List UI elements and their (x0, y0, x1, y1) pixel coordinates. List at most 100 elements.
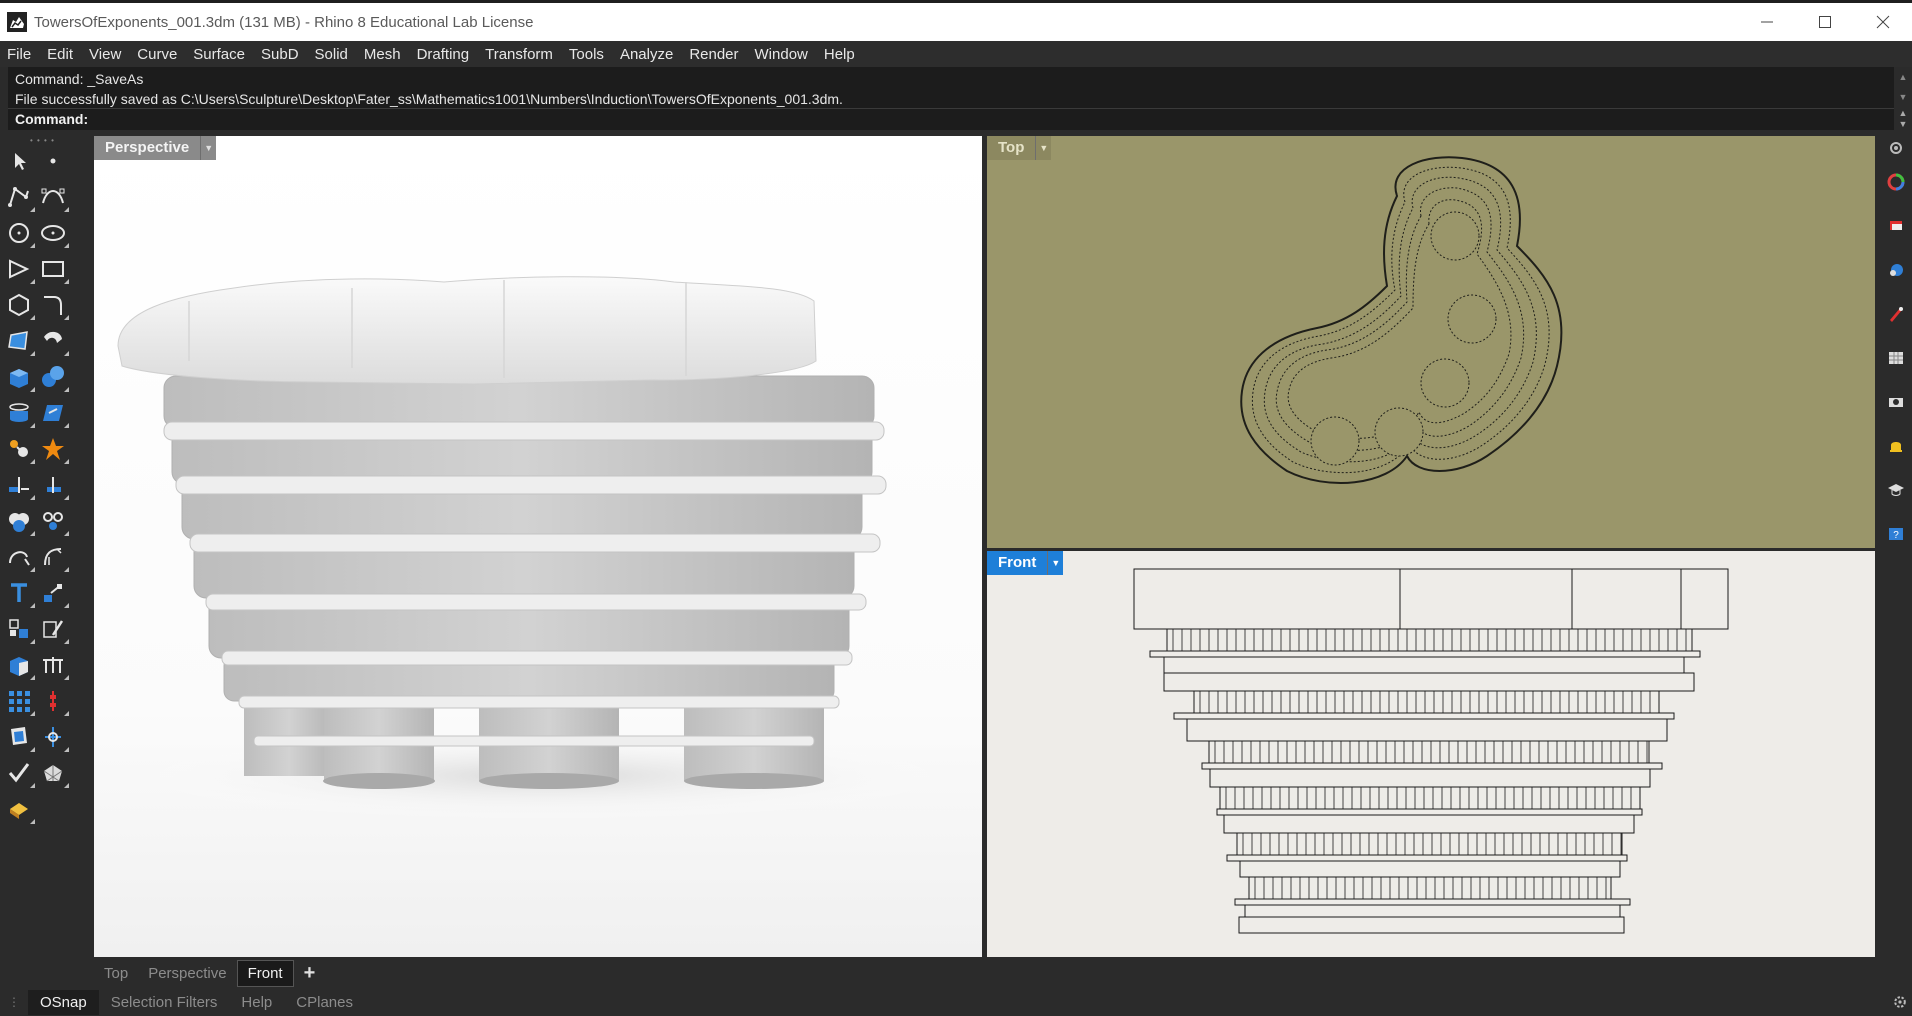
viewport-label[interactable]: Perspective (94, 136, 201, 160)
right-panel-strip: ? (1880, 136, 1912, 996)
fillet-edge-icon[interactable] (36, 540, 70, 574)
arc-icon[interactable] (2, 252, 36, 286)
blend-icon[interactable] (2, 540, 36, 574)
menu-transform[interactable]: Transform (477, 46, 561, 63)
curve-cv-icon[interactable] (36, 180, 70, 214)
menu-help[interactable]: Help (816, 46, 863, 63)
viewport-label[interactable]: Front (987, 551, 1048, 575)
group-icon[interactable] (2, 612, 36, 646)
trim-icon[interactable] (2, 468, 36, 502)
gumball-icon[interactable] (36, 684, 70, 718)
materials-icon[interactable] (1886, 260, 1906, 280)
color-wheel-icon[interactable] (1886, 172, 1906, 192)
polyline-icon[interactable] (2, 180, 36, 214)
polygon-icon[interactable] (2, 288, 36, 322)
command-history-line: Command: _SaveAs (15, 71, 144, 87)
boolean-union-icon[interactable] (2, 504, 36, 538)
settings-gear-icon[interactable] (1892, 994, 1908, 1010)
add-viewport-button[interactable]: + (294, 962, 326, 985)
layer-icon[interactable] (2, 720, 36, 754)
top-viewport[interactable]: Top ▼ (987, 136, 1875, 548)
close-icon[interactable] (1854, 3, 1912, 41)
explode-icon[interactable] (36, 432, 70, 466)
toolbar-grip[interactable]: • • • • (30, 136, 60, 145)
block-icon[interactable] (2, 648, 36, 682)
chevron-down-icon[interactable]: ▼ (200, 136, 217, 160)
render-icon[interactable] (2, 792, 36, 826)
rhino-icon (7, 12, 27, 32)
text-icon[interactable] (2, 576, 36, 610)
sweep-icon[interactable] (36, 324, 70, 358)
menu-edit[interactable]: Edit (39, 46, 81, 63)
boolean-split-icon[interactable] (36, 504, 70, 538)
tab-front[interactable]: Front (236, 959, 294, 987)
perspective-viewport-tab[interactable]: Perspective ▼ (94, 136, 217, 160)
menu-window[interactable]: Window (747, 46, 816, 63)
chevron-down-icon[interactable]: ▼ (1035, 136, 1052, 160)
cplanes-toggle[interactable]: CPlanes (284, 990, 365, 1015)
lights-icon[interactable] (1886, 304, 1906, 324)
check-icon[interactable] (2, 756, 36, 790)
front-viewport-tab[interactable]: Front ▼ (987, 551, 1064, 575)
osnap-toggle[interactable]: OSnap (28, 989, 99, 1015)
selection-filters-toggle[interactable]: Selection Filters (99, 990, 230, 1015)
menu-analyze[interactable]: Analyze (612, 46, 681, 63)
viewport-tabs: Top Perspective Front + (94, 958, 1875, 988)
help-toggle[interactable]: Help (229, 990, 284, 1015)
title-bar: TowersOfExponents_001.3dm (131 MB) - Rhi… (0, 0, 1912, 41)
mesh-icon[interactable] (36, 756, 70, 790)
rhino-window: TowersOfExponents_001.3dm (131 MB) - Rhi… (0, 0, 1912, 1016)
dimension-icon[interactable] (36, 576, 70, 610)
top-viewport-tab[interactable]: Top ▼ (987, 136, 1052, 160)
learn-icon[interactable] (1886, 480, 1906, 500)
front-viewport[interactable]: Front ▼ (987, 551, 1875, 957)
menu-bar: File Edit View Curve Surface SubD Solid … (0, 41, 1912, 67)
circle-icon[interactable] (2, 216, 36, 250)
split-icon[interactable] (36, 468, 70, 502)
menu-file[interactable]: File (0, 46, 39, 63)
rectangle-icon[interactable] (36, 252, 70, 286)
tab-top[interactable]: Top (94, 961, 138, 986)
grid-icon[interactable] (1886, 348, 1906, 368)
command-prompt[interactable]: Command: (8, 108, 1894, 130)
edit-icon[interactable] (36, 612, 70, 646)
svg-text:?: ? (1893, 530, 1899, 541)
box-icon[interactable] (2, 360, 36, 394)
command-prompt-spinner[interactable]: ▲ ▼ (1896, 108, 1910, 130)
solid-tools-icon[interactable] (2, 432, 36, 466)
ellipse-icon[interactable] (36, 216, 70, 250)
sphere-icon[interactable] (36, 360, 70, 394)
menu-render[interactable]: Render (681, 46, 746, 63)
menu-curve[interactable]: Curve (129, 46, 185, 63)
command-history-line: File successfully saved as C:\Users\Scul… (15, 91, 843, 107)
tab-perspective[interactable]: Perspective (138, 961, 236, 986)
perspective-viewport[interactable]: Perspective ▼ (94, 136, 982, 957)
help-icon[interactable]: ? (1886, 524, 1906, 544)
chevron-down-icon[interactable]: ▼ (1047, 551, 1064, 575)
menu-tools[interactable]: Tools (561, 46, 612, 63)
menu-view[interactable]: View (81, 46, 129, 63)
viewport-label[interactable]: Top (987, 136, 1036, 160)
command-history-scrollbar[interactable]: ▲ ▼ (1896, 67, 1910, 108)
menu-drafting[interactable]: Drafting (409, 46, 478, 63)
notifications-icon[interactable] (1886, 436, 1906, 456)
menu-surface[interactable]: Surface (185, 46, 253, 63)
grid-array-icon[interactable] (2, 684, 36, 718)
gear-icon[interactable] (1886, 138, 1906, 158)
array-icon[interactable] (36, 648, 70, 682)
camera-icon[interactable] (1886, 392, 1906, 412)
select-arrow-icon[interactable] (2, 144, 36, 178)
point-icon[interactable] (36, 144, 70, 178)
maximize-icon[interactable] (1796, 3, 1854, 41)
menu-mesh[interactable]: Mesh (356, 46, 409, 63)
layers-icon[interactable] (1886, 216, 1906, 236)
menu-subd[interactable]: SubD (253, 46, 307, 63)
minimize-icon[interactable] (1738, 3, 1796, 41)
window-title: TowersOfExponents_001.3dm (131 MB) - Rhi… (34, 13, 534, 31)
menu-solid[interactable]: Solid (307, 46, 356, 63)
surface-from-points-icon[interactable] (2, 324, 36, 358)
fillet-curve-icon[interactable] (36, 288, 70, 322)
analyze-icon[interactable] (36, 720, 70, 754)
plane-surface-icon[interactable] (36, 396, 70, 430)
extrude-icon[interactable] (2, 396, 36, 430)
